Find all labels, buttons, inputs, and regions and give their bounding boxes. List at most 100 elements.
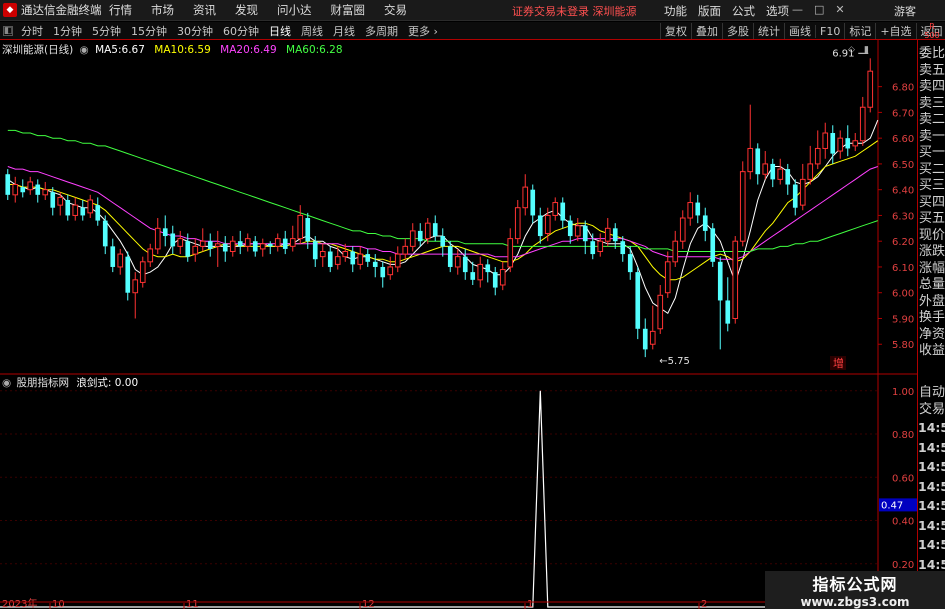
menu-ask[interactable]: 问小达 <box>277 2 312 18</box>
candle-4 <box>35 179 41 203</box>
panel-toggle-icon[interactable]: ◧ <box>3 25 13 36</box>
period-toolbar: ◧ 分时 1分钟 5分钟 15分钟 30分钟 60分钟 日线 周线 月线 多周期… <box>0 22 945 40</box>
side-label-14: 总量 <box>919 277 945 292</box>
trade-status-message[interactable]: 证券交易未登录 深圳能源 <box>512 3 637 19</box>
multi-stock-button[interactable]: 多股 <box>722 23 753 39</box>
sub-legend-toggle-icon[interactable]: ◉ <box>2 377 11 389</box>
candle-body-55 <box>417 230 423 242</box>
candle-body-45 <box>342 251 349 258</box>
kline-chart[interactable]: 6.80 6.70 6.60 6.50 6.40 6.30 6.20 6.10 6.00 5.90… <box>0 40 917 609</box>
menu-quotes[interactable]: 行情 <box>109 2 132 18</box>
candle-27 <box>207 233 213 257</box>
panel-icon: ▮ <box>864 45 869 55</box>
user-label[interactable]: 游客 <box>894 3 916 19</box>
draw-button[interactable]: 画线 <box>784 23 815 39</box>
period-5min[interactable]: 5分钟 <box>92 23 121 39</box>
candle-9 <box>72 197 79 221</box>
low-marker: ←5.75 <box>659 356 690 367</box>
menu-trade[interactable]: 交易 <box>384 2 407 18</box>
candle-body-26 <box>199 240 206 247</box>
candle-body-112 <box>845 138 851 149</box>
candle-body-60 <box>454 256 461 268</box>
candle-body-82 <box>620 241 626 255</box>
overlay-button[interactable]: 叠加 <box>691 23 722 39</box>
candle-74 <box>560 197 566 229</box>
menu-news[interactable]: 资讯 <box>193 2 216 18</box>
candle-body-18 <box>139 261 146 283</box>
candle-body-16 <box>125 256 131 293</box>
menu-discover[interactable]: 发现 <box>235 2 258 18</box>
candle-body-96 <box>725 300 731 324</box>
candle-1 <box>12 176 19 203</box>
period-weekly[interactable]: 周线 <box>301 23 323 39</box>
candle-17 <box>132 272 139 319</box>
side-time-3: 14:56 <box>918 478 945 494</box>
chart-grid <box>0 40 917 609</box>
window-controls: — □ ✕ <box>792 3 845 16</box>
period-more-label: 更多 <box>408 24 430 38</box>
period-1min[interactable]: 1分钟 <box>53 23 82 39</box>
candle-87 <box>657 284 664 334</box>
candle-body-42 <box>319 251 326 258</box>
candle-body-52 <box>394 253 401 268</box>
candle-80 <box>604 218 611 247</box>
candle-39 <box>297 205 304 244</box>
candle-19 <box>147 243 154 267</box>
sub-ylabel-2: 0.60 <box>892 473 914 484</box>
app-title: 通达信金融终端 <box>21 3 102 17</box>
period-30min[interactable]: 30分钟 <box>177 23 213 39</box>
candle-body-47 <box>357 253 364 265</box>
candle-body-44 <box>334 256 341 265</box>
candle-22 <box>170 225 176 255</box>
maximize-icon[interactable]: □ <box>814 3 824 16</box>
candle-103 <box>777 158 784 185</box>
period-multi[interactable]: 多周期 <box>365 23 398 39</box>
menu-function[interactable]: 功能 <box>664 3 687 19</box>
legend-toggle-icon[interactable]: ◉ <box>80 44 89 56</box>
menu-layout[interactable]: 版面 <box>698 3 721 19</box>
menu-market[interactable]: 市场 <box>151 2 174 18</box>
ma60-label: MA60: <box>286 44 320 56</box>
candle-13 <box>102 215 108 255</box>
xlabel-2: 11 <box>186 599 199 609</box>
period-daily[interactable]: 日线 <box>269 23 291 39</box>
candle-body-38 <box>289 238 296 247</box>
period-more[interactable]: 更多 › <box>408 23 438 39</box>
candle-body-108 <box>814 147 821 165</box>
add-watchlist-button[interactable]: +自选 <box>875 23 915 39</box>
menu-options[interactable]: 选项 <box>766 3 789 19</box>
candle-body-71 <box>537 215 543 237</box>
candle-body-34 <box>259 243 266 250</box>
candle-body-80 <box>604 227 611 242</box>
candle-101 <box>762 151 769 180</box>
ma5-label: MA5: <box>95 44 122 56</box>
candle-82 <box>620 236 626 262</box>
menu-formula[interactable]: 公式 <box>732 3 755 19</box>
candle-body-48 <box>365 254 371 262</box>
side-label-8: 买三 <box>919 178 945 193</box>
ma10-label: MA10: <box>154 44 188 56</box>
quote-side-panel: 委比 卖五 卖四 卖三 卖二 卖一 买一 买二 买三 买四 买五 现价 涨跌 涨幅 总量 外盘 换手 净资 收益 自… <box>917 40 945 609</box>
side-time-2: 14:56 <box>918 459 945 474</box>
period-15min[interactable]: 15分钟 <box>131 23 167 39</box>
period-intraday[interactable]: 分时 <box>21 23 43 39</box>
mark-button[interactable]: 标记 <box>844 23 875 39</box>
ma10-value: 6.59 <box>187 44 211 56</box>
candle-112 <box>845 125 851 157</box>
side-label-15: 外盘 <box>919 293 945 309</box>
sub-ylabel-3: 0.40 <box>892 517 914 528</box>
candle-body-40 <box>305 218 311 242</box>
minimize-icon[interactable]: — <box>792 3 803 16</box>
candle-body-81 <box>612 228 618 242</box>
candle-29 <box>222 236 228 262</box>
main-ylabel-8: 6.00 <box>892 289 914 300</box>
f10-button[interactable]: F10 <box>815 24 844 38</box>
period-60min[interactable]: 60分钟 <box>223 23 259 39</box>
menu-wealth[interactable]: 财富圈 <box>331 2 366 18</box>
close-icon[interactable]: ✕ <box>835 3 844 16</box>
candle-body-90 <box>679 217 686 242</box>
stats-button[interactable]: 统计 <box>753 23 784 39</box>
adjust-button[interactable]: 复权 <box>660 23 691 39</box>
period-monthly[interactable]: 月线 <box>333 23 355 39</box>
side-sub-label-0: 自动 <box>919 385 945 400</box>
